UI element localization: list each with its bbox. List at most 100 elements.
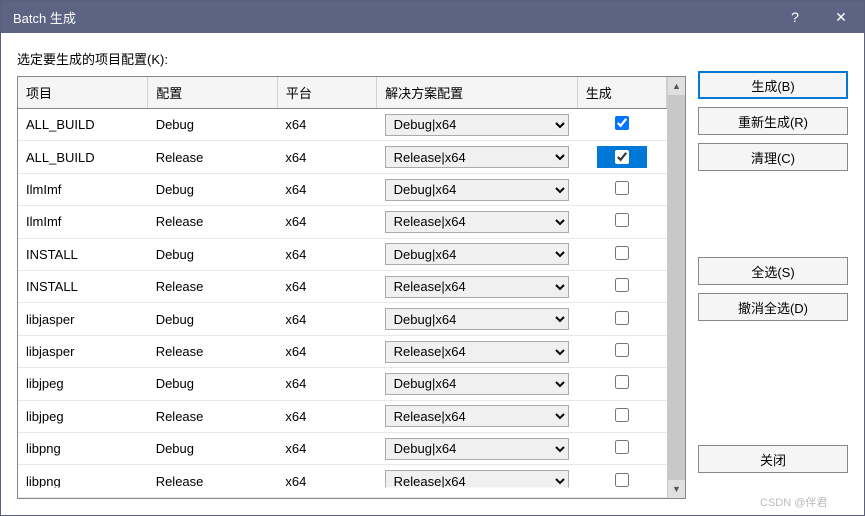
titlebar: Batch 生成 ? ✕ <box>1 1 864 33</box>
build-checkbox[interactable] <box>615 246 629 260</box>
table-row[interactable]: IlmImfDebugx64Debug|x64 <box>18 173 667 205</box>
cell-solution: Release|x64 <box>377 335 578 367</box>
watermark: CSDN @伴君 <box>760 494 827 510</box>
table-row[interactable]: IlmImfReleasex64Release|x64 <box>18 206 667 238</box>
solution-select[interactable]: Release|x64 <box>385 405 570 427</box>
close-window-button[interactable]: ✕ <box>818 1 864 33</box>
table-row[interactable]: libjpegReleasex64Release|x64 <box>18 400 667 432</box>
solution-select[interactable]: Release|x64 <box>385 470 570 492</box>
cell-solution: Release|x64 <box>377 400 578 432</box>
header-solution[interactable]: 解决方案配置 <box>377 77 578 109</box>
cell-solution: Debug|x64 <box>377 109 578 141</box>
solution-select[interactable]: Debug|x64 <box>385 373 570 395</box>
cell-project: libpng <box>18 433 148 465</box>
table-row[interactable]: libjasperReleasex64 Release|x64 <box>18 335 667 367</box>
table-row[interactable]: INSTALLDebugx64Debug|x64 <box>18 238 667 270</box>
solution-select[interactable]: Debug|x64 <box>385 243 570 265</box>
cell-build <box>577 238 666 270</box>
cell-platform: x64 <box>277 109 376 141</box>
build-checkbox[interactable] <box>615 150 629 164</box>
cell-config: Debug <box>148 303 278 335</box>
solution-select[interactable]: Debug|x64 <box>385 179 570 201</box>
content-area: 选定要生成的项目配置(K): 项目 配置 平台 解决方案配置 生成 ALL_BU… <box>1 33 864 515</box>
scroll-thumb[interactable] <box>668 95 685 480</box>
solution-select[interactable]: Release|x64 <box>385 211 570 233</box>
header-platform[interactable]: 平台 <box>277 77 376 109</box>
solution-select[interactable]: Debug|x64 <box>385 438 570 460</box>
build-checkbox[interactable] <box>615 408 629 422</box>
header-config[interactable]: 配置 <box>148 77 278 109</box>
cell-platform: x64 <box>277 400 376 432</box>
header-build[interactable]: 生成 <box>577 77 666 109</box>
scroll-down-icon[interactable]: ▼ <box>668 480 685 498</box>
table-row[interactable]: libjasperDebugx64 Debug|x64 <box>18 303 667 335</box>
cell-project: libpng <box>18 465 148 498</box>
cell-platform: x64 <box>277 271 376 303</box>
solution-select[interactable]: Debug|x64 <box>385 114 570 136</box>
cell-solution: Release|x64 <box>377 141 578 173</box>
build-checkbox[interactable] <box>615 181 629 195</box>
table-row[interactable]: ALL_BUILDDebugx64Debug|x64 <box>18 109 667 141</box>
cell-config: Debug <box>148 433 278 465</box>
cell-config: Release <box>148 141 278 173</box>
cell-config: Release <box>148 335 278 367</box>
table-row[interactable]: libpngReleasex64Release|x64 <box>18 465 667 498</box>
cell-solution: Debug|x64 <box>377 368 578 400</box>
cell-config: Release <box>148 400 278 432</box>
cell-config: Release <box>148 465 278 498</box>
scroll-up-icon[interactable]: ▲ <box>668 77 685 95</box>
deselect-all-button[interactable]: 撤消全选(D) <box>698 293 848 321</box>
rebuild-button[interactable]: 重新生成(R) <box>698 107 848 135</box>
batch-build-dialog: Batch 生成 ? ✕ 选定要生成的项目配置(K): 项目 配置 平台 解决方… <box>0 0 865 516</box>
table-container: 项目 配置 平台 解决方案配置 生成 ALL_BUILDDebugx64Debu… <box>17 76 686 499</box>
cell-solution: Release|x64 <box>377 465 578 498</box>
cell-build <box>577 271 666 303</box>
build-checkbox[interactable] <box>615 116 629 130</box>
build-checkbox[interactable] <box>615 473 629 487</box>
table-row[interactable]: libjpegDebugx64Debug|x64 <box>18 368 667 400</box>
cell-config: Debug <box>148 109 278 141</box>
help-button[interactable]: ? <box>772 1 818 33</box>
build-checkbox[interactable] <box>615 343 629 357</box>
build-checkbox[interactable] <box>615 440 629 454</box>
build-checkbox[interactable] <box>615 311 629 325</box>
cell-project: libjasper <box>18 303 148 335</box>
cell-project: ALL_BUILD <box>18 141 148 173</box>
cell-platform: x64 <box>277 335 376 367</box>
cell-platform: x64 <box>277 206 376 238</box>
solution-select[interactable]: Release|x64 <box>385 341 570 363</box>
cell-project: libjasper <box>18 335 148 367</box>
select-all-button[interactable]: 全选(S) <box>698 257 848 285</box>
table-row[interactable]: ALL_BUILDReleasex64Release|x64 <box>18 141 667 173</box>
header-project[interactable]: 项目 <box>18 77 148 109</box>
cell-solution: Debug|x64 <box>377 173 578 205</box>
cell-solution: Release|x64 <box>377 271 578 303</box>
solution-select[interactable]: Release|x64 <box>385 146 570 168</box>
solution-select[interactable]: Release|x64 <box>385 276 570 298</box>
build-button[interactable]: 生成(B) <box>698 71 848 99</box>
cell-solution: Debug|x64 <box>377 238 578 270</box>
cell-project: INSTALL <box>18 271 148 303</box>
cell-platform: x64 <box>277 303 376 335</box>
table-row[interactable]: libpngDebugx64 Debug|x64 <box>18 433 667 465</box>
window-title: Batch 生成 <box>13 8 772 27</box>
scrollbar[interactable]: ▲ ▼ <box>667 77 685 498</box>
cell-project: INSTALL <box>18 238 148 270</box>
cell-platform: x64 <box>277 368 376 400</box>
clean-button[interactable]: 清理(C) <box>698 143 848 171</box>
build-checkbox[interactable] <box>615 278 629 292</box>
cell-solution: Release|x64 <box>377 206 578 238</box>
cell-build <box>577 465 666 498</box>
cell-project: IlmImf <box>18 206 148 238</box>
cell-solution: Debug|x64 <box>377 303 578 335</box>
table-row[interactable]: INSTALLReleasex64Release|x64 <box>18 271 667 303</box>
cell-build <box>577 335 666 367</box>
cell-config: Debug <box>148 238 278 270</box>
build-checkbox[interactable] <box>615 375 629 389</box>
close-button[interactable]: 关闭 <box>698 445 848 473</box>
build-checkbox[interactable] <box>615 213 629 227</box>
solution-select[interactable]: Debug|x64 <box>385 308 570 330</box>
cell-platform: x64 <box>277 433 376 465</box>
cell-build <box>577 400 666 432</box>
cell-build <box>577 368 666 400</box>
